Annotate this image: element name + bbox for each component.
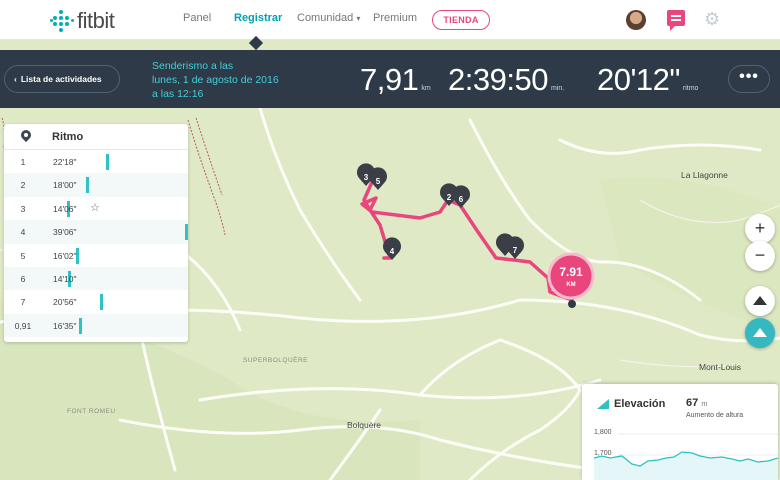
distance-end-badge: 7.91 KM (547, 252, 595, 300)
svg-text:7: 7 (513, 246, 518, 255)
split-lap: 2 (20, 180, 26, 191)
elevation-profile (593, 433, 778, 480)
svg-text:4: 4 (390, 247, 395, 256)
split-row[interactable]: 2 18'00" (4, 173, 188, 197)
split-row[interactable]: 5 16'02" (4, 244, 188, 267)
zoom-in-button[interactable]: + (745, 214, 775, 244)
svg-text:3: 3 (364, 173, 369, 182)
split-pace: 20'56" (53, 297, 77, 308)
split-lap: 0,91 (14, 320, 32, 331)
split-pace: 18'00" (53, 180, 77, 191)
split-row[interactable]: 4 39'06" (4, 220, 188, 244)
terrain-view-button[interactable] (745, 286, 775, 316)
split-pace-bar-marker (106, 154, 109, 170)
split-row[interactable]: 3 14'06" ☆ (4, 197, 188, 220)
split-lap: 7 (20, 297, 26, 308)
split-pace: 14'10" (53, 273, 77, 284)
svg-text:2: 2 (447, 193, 452, 202)
pace-splits-panel: Ritmo 1 22'18" 2 18'00" 3 14'06" ☆ 4 39'06" 5 16'0… (4, 124, 188, 342)
elevation-gain-unit: m (701, 401, 708, 408)
splits-header: Ritmo (4, 124, 188, 150)
mountain-icon (753, 328, 767, 337)
end-badge-value: 7.91 (559, 265, 583, 279)
mountain-icon (753, 296, 767, 305)
split-lap: 5 (20, 250, 26, 261)
split-row[interactable]: 0,91 16'35" (4, 313, 188, 338)
svg-text:6: 6 (459, 195, 464, 204)
split-pace: 39'06" (53, 227, 77, 238)
split-row[interactable]: 6 14'10" (4, 266, 188, 291)
star-icon: ☆ (90, 201, 100, 214)
elevation-icon (597, 399, 609, 409)
split-pace-bar-marker (79, 317, 82, 334)
elevation-view-button[interactable] (745, 318, 775, 348)
splits-list: 1 22'18" 2 18'00" 3 14'06" ☆ 4 39'06" 5 16'02" 6 14'… (4, 150, 188, 338)
split-row[interactable]: 7 20'56" (4, 290, 188, 313)
elevation-subtitle: Aumento de altura (686, 412, 744, 419)
split-pace: 22'18" (53, 157, 77, 167)
end-badge-unit: KM (566, 282, 575, 288)
split-lap: 1 (20, 157, 26, 167)
route-end-dot (568, 300, 576, 308)
split-pace-bar-marker (86, 177, 89, 194)
map-pin-icon (21, 130, 31, 143)
elevation-panel: Elevación 67 m Aumento de altura 1,800 1… (582, 384, 778, 480)
split-lap: 6 (20, 273, 26, 284)
elevation-gain-value: 67 (686, 397, 699, 409)
split-pace: 16'02" (53, 250, 77, 261)
split-marker-7: 7 (506, 236, 524, 259)
svg-text:5: 5 (376, 177, 381, 186)
elevation-gain: 67 m (686, 397, 707, 409)
split-lap: 4 (20, 227, 26, 238)
splits-title: Ritmo (52, 130, 84, 143)
split-pace-bar-marker (185, 224, 188, 241)
zoom-out-button[interactable]: − (745, 241, 775, 271)
split-pace: 14'06" (53, 203, 77, 214)
split-pace-bar-marker (100, 294, 103, 311)
elevation-title: Elevación (614, 398, 666, 410)
split-pace: 16'35" (53, 320, 77, 331)
split-row[interactable]: 1 22'18" (4, 150, 188, 173)
split-lap: 3 (20, 203, 26, 214)
